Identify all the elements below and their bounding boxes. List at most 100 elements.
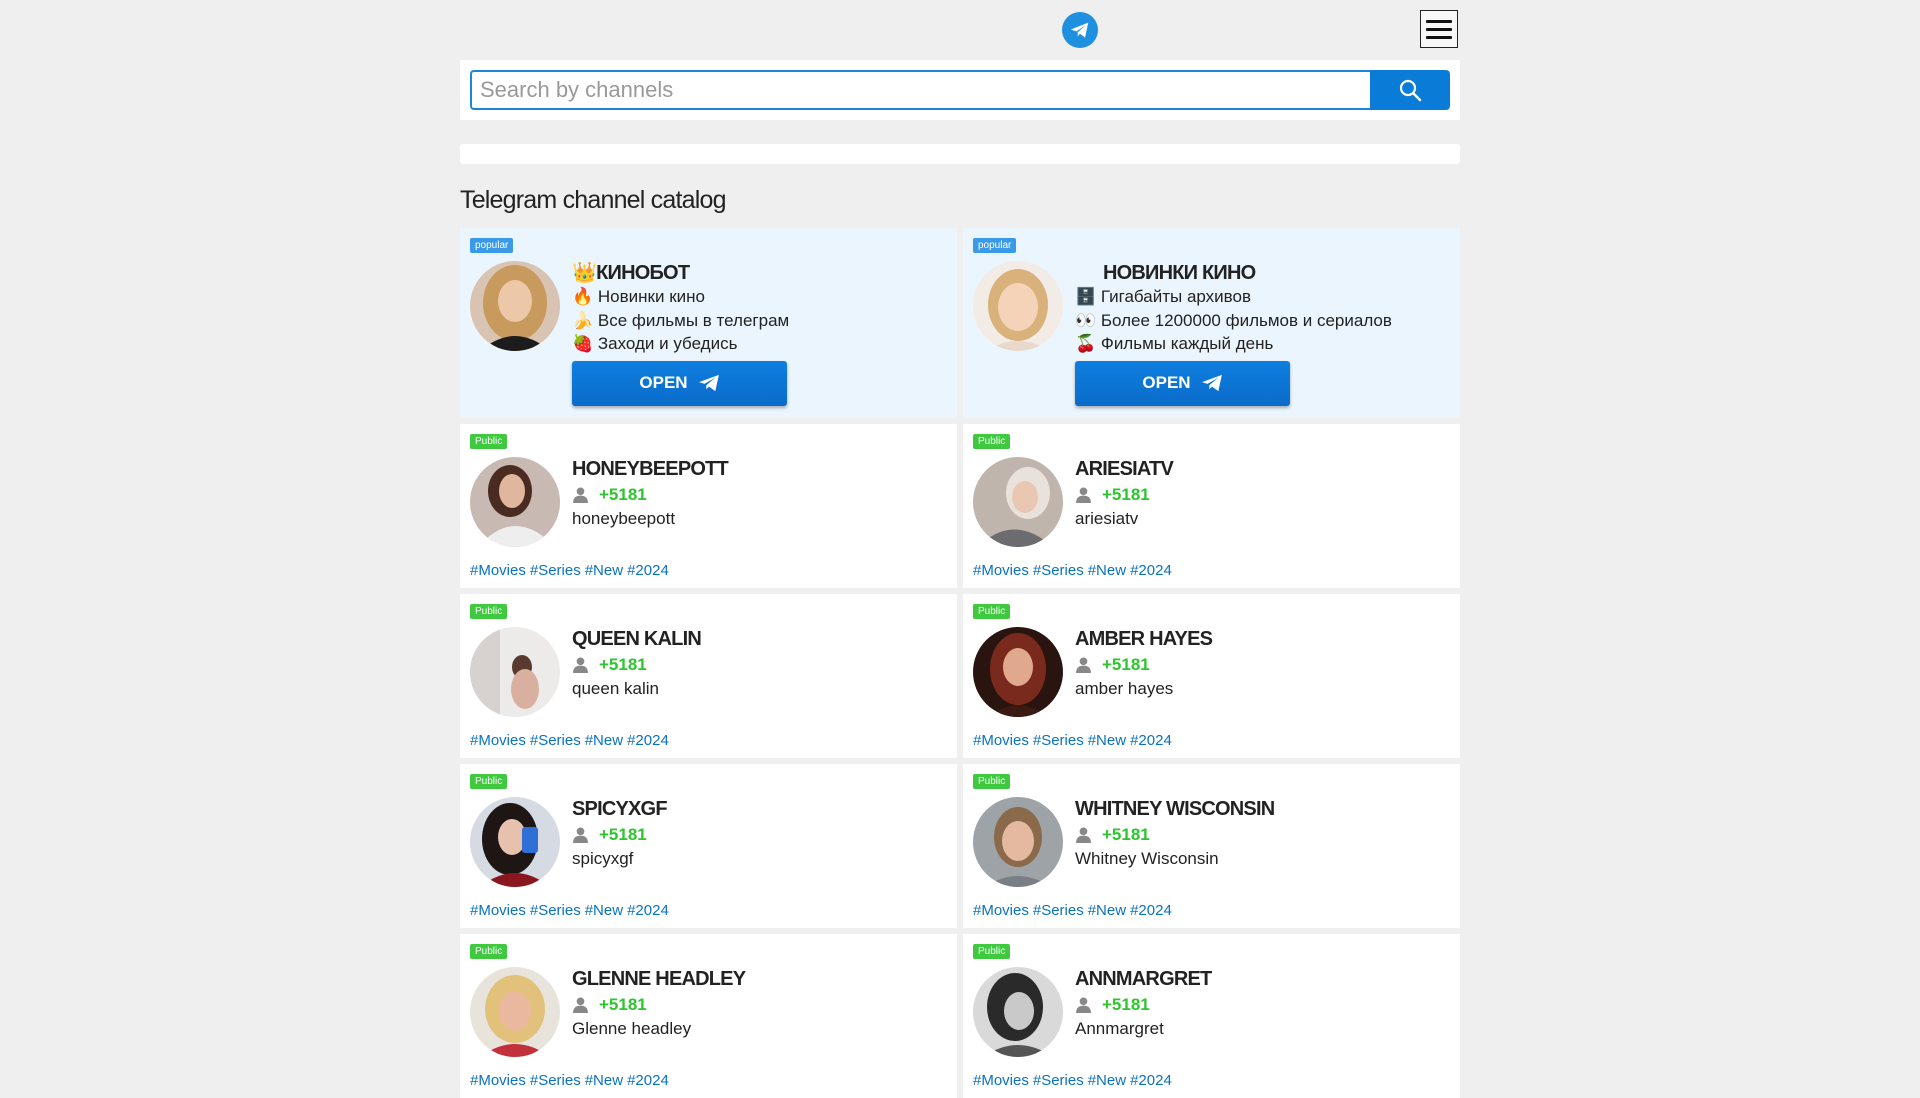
search-icon — [1399, 79, 1422, 102]
channel-title[interactable]: SPICYXGF — [572, 797, 947, 821]
channel-title[interactable]: AMBER HAYES — [1075, 627, 1450, 651]
telegram-plane-icon — [1201, 374, 1222, 392]
tag-link[interactable]: #2024 — [627, 902, 669, 919]
member-count: +5181 — [1075, 482, 1450, 507]
search-bar — [460, 60, 1460, 120]
channel-card[interactable]: Public GLENNE HEADLEY +5181 Glenne headl… — [460, 934, 957, 1098]
telegram-logo-icon[interactable] — [1062, 12, 1098, 48]
tag-link[interactable]: #Series — [1033, 902, 1084, 919]
channel-username: honeybeepott — [572, 509, 676, 528]
tag-link[interactable]: #Movies — [973, 732, 1029, 749]
channel-card[interactable]: Public WHITNEY WISCONSIN +5181 Whitney W… — [963, 764, 1460, 928]
tag-link[interactable]: #New — [585, 562, 623, 579]
tag-link[interactable]: #New — [585, 902, 623, 919]
channel-card[interactable]: Public AMBER HAYES +5181 amber hayes #Mo… — [963, 594, 1460, 758]
tag-link[interactable]: #Movies — [973, 902, 1029, 919]
channel-card[interactable]: Public HONEYBEEPOTT +5181 honeybeepott #… — [460, 424, 957, 588]
tag-link[interactable]: #Series — [530, 732, 581, 749]
tag-link[interactable]: #Movies — [470, 732, 526, 749]
tag-list: #Movies #Series #New #2024 — [973, 732, 1176, 749]
open-button[interactable]: OPEN — [572, 360, 787, 406]
popular-badge: popular — [973, 238, 1017, 253]
tag-link[interactable]: #New — [1088, 562, 1126, 579]
channel-info: SPICYXGF +5181 spicyxgf — [572, 797, 947, 870]
tag-list: #Movies #Series #New #2024 — [470, 732, 673, 749]
tag-link[interactable]: #2024 — [627, 562, 669, 579]
channel-title[interactable]: GLENNE HEADLEY — [572, 967, 947, 991]
member-count: +5181 — [572, 482, 947, 507]
tag-link[interactable]: #2024 — [627, 732, 669, 749]
member-count: +5181 — [572, 652, 947, 677]
channel-info: НОВИНКИ КИНО 🗄️ Гигабайты архивов 👀 Боле… — [1075, 261, 1450, 406]
tag-link[interactable]: #Series — [1033, 732, 1084, 749]
member-count: +5181 — [1075, 992, 1450, 1017]
channel-card[interactable]: Public QUEEN KALIN +5181 queen kalin #Mo… — [460, 594, 957, 758]
tag-link[interactable]: #Movies — [470, 902, 526, 919]
open-button[interactable]: OPEN — [1075, 360, 1290, 406]
tag-link[interactable]: #Series — [1033, 1072, 1084, 1089]
channel-username: Glenne headley — [572, 1019, 692, 1038]
tag-link[interactable]: #Series — [530, 562, 581, 579]
channel-title[interactable]: ANNMARGRET — [1075, 967, 1450, 991]
tag-link[interactable]: #New — [585, 732, 623, 749]
tag-link[interactable]: #2024 — [627, 1072, 669, 1089]
tag-list: #Movies #Series #New #2024 — [470, 562, 673, 579]
avatar — [470, 797, 560, 887]
tag-link[interactable]: #2024 — [1130, 562, 1172, 579]
member-count-value: +5181 — [1102, 485, 1150, 504]
tag-link[interactable]: #Movies — [973, 562, 1029, 579]
hamburger-menu-icon[interactable] — [1420, 10, 1458, 48]
tag-list: #Movies #Series #New #2024 — [973, 562, 1176, 579]
channel-info: WHITNEY WISCONSIN +5181 Whitney Wisconsi… — [1075, 797, 1450, 870]
search-input[interactable] — [470, 70, 1370, 110]
channel-title[interactable]: ARIESIATV — [1075, 457, 1450, 481]
channel-title[interactable]: НОВИНКИ КИНО — [1075, 261, 1450, 285]
channel-description-line: 🍌 Все фильмы в телеграм — [572, 310, 790, 330]
tag-list: #Movies #Series #New #2024 — [973, 1072, 1176, 1089]
tag-link[interactable]: #Series — [530, 902, 581, 919]
channel-username: amber hayes — [1075, 679, 1174, 698]
tag-link[interactable]: #New — [1088, 732, 1126, 749]
channel-info: 👑КИНОБОТ 🔥 Новинки кино 🍌 Все фильмы в т… — [572, 261, 947, 406]
channel-title[interactable]: WHITNEY WISCONSIN — [1075, 797, 1450, 821]
search-button[interactable] — [1370, 70, 1450, 110]
tag-link[interactable]: #New — [1088, 902, 1126, 919]
open-button-label: OPEN — [1142, 373, 1191, 392]
tag-link[interactable]: #Series — [1033, 562, 1084, 579]
channel-title[interactable]: 👑КИНОБОТ — [572, 261, 947, 285]
tag-link[interactable]: #Movies — [973, 1072, 1029, 1089]
public-badge: Public — [470, 944, 508, 959]
popular-channel-card[interactable]: popular НОВИНКИ КИНО 🗄️ Гигабайты архиво… — [963, 228, 1460, 418]
channel-card[interactable]: Public ARIESIATV +5181 ariesiatv #Movies… — [963, 424, 1460, 588]
tag-link[interactable]: #2024 — [1130, 1072, 1172, 1089]
public-badge: Public — [470, 604, 508, 619]
open-button-label: OPEN — [639, 373, 688, 392]
popular-channel-card[interactable]: popular 👑КИНОБОТ 🔥 Новинки кино 🍌 Все фи… — [460, 228, 957, 418]
channel-title[interactable]: QUEEN KALIN — [572, 627, 947, 651]
tag-link[interactable]: #Movies — [470, 1072, 526, 1089]
tag-list: #Movies #Series #New #2024 — [973, 902, 1176, 919]
channel-card[interactable]: Public ANNMARGRET +5181 Annmargret #Movi… — [963, 934, 1460, 1098]
avatar — [470, 261, 560, 351]
channel-username: Whitney Wisconsin — [1075, 849, 1219, 868]
channel-description-line: 👀 Более 1200000 фильмов и сериалов — [1075, 310, 1392, 330]
public-badge: Public — [973, 944, 1011, 959]
ad-banner-placeholder — [460, 144, 1460, 164]
channel-info: GLENNE HEADLEY +5181 Glenne headley — [572, 967, 947, 1040]
tag-link[interactable]: #2024 — [1130, 732, 1172, 749]
tag-link[interactable]: #New — [1088, 1072, 1126, 1089]
channel-card[interactable]: Public SPICYXGF +5181 spicyxgf #Movies #S… — [460, 764, 957, 928]
user-icon — [1076, 487, 1091, 503]
page-container: Telegram channel catalog popular 👑КИНОБО… — [460, 0, 1460, 1098]
tag-link[interactable]: #Movies — [470, 562, 526, 579]
member-count: +5181 — [572, 992, 947, 1017]
tag-link[interactable]: #Series — [530, 1072, 581, 1089]
tag-link[interactable]: #2024 — [1130, 902, 1172, 919]
channel-username: Annmargret — [1075, 1019, 1164, 1038]
member-count: +5181 — [1075, 822, 1450, 847]
channel-info: QUEEN KALIN +5181 queen kalin — [572, 627, 947, 700]
channel-description-line: 🔥 Новинки кино — [572, 287, 705, 306]
channel-title[interactable]: HONEYBEEPOTT — [572, 457, 947, 481]
tag-link[interactable]: #New — [585, 1072, 623, 1089]
member-count-value: +5181 — [599, 995, 647, 1014]
